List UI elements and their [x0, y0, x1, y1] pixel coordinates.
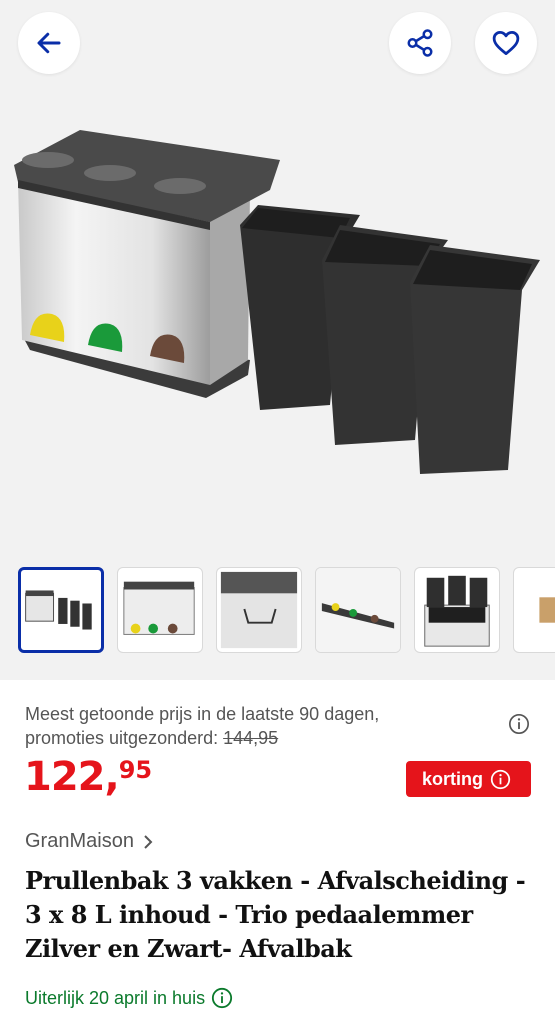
info-icon[interactable] [211, 987, 233, 1009]
arrow-left-icon [37, 32, 61, 54]
discount-badge-label: korting [422, 768, 483, 789]
price-section: Meest getoonde prijs in de laatste 90 da… [0, 680, 555, 1024]
thumbnail-4[interactable] [315, 567, 401, 653]
note-line-1: Meest getoonde prijs in de laatste 90 da… [25, 704, 380, 724]
favorite-button[interactable] [475, 12, 537, 74]
product-gallery [0, 0, 555, 680]
old-price: 144,95 [223, 728, 279, 748]
delivery-text: Uiterlijk 20 april in huis [25, 987, 206, 1008]
share-button[interactable] [389, 12, 451, 74]
thumbnail-strip[interactable] [18, 567, 555, 655]
thumbnail-5[interactable] [414, 567, 500, 653]
chevron-right-icon [144, 834, 153, 849]
price-cents: 95 [118, 756, 153, 784]
current-price: 122,95 [24, 754, 152, 800]
product-image[interactable] [0, 0, 555, 545]
heart-icon [492, 31, 520, 55]
delivery-info: Uiterlijk 20 april in huis [25, 987, 233, 1009]
brand-name: GranMaison [25, 830, 134, 852]
back-button[interactable] [18, 12, 80, 74]
brand-link[interactable]: GranMaison [25, 830, 154, 853]
product-title: Prullenbak 3 vakken - Afvalscheiding - 3… [25, 866, 526, 963]
share-icon [407, 29, 433, 57]
thumbnail-1[interactable] [18, 567, 104, 653]
thumbnail-3[interactable] [216, 567, 302, 653]
lowest-price-note: Meest getoonde prijs in de laatste 90 da… [25, 702, 455, 750]
info-icon[interactable] [508, 713, 530, 735]
price-main: 122, [24, 754, 120, 800]
thumbnail-6[interactable] [513, 567, 555, 653]
discount-badge[interactable]: korting [406, 761, 531, 797]
note-label: promoties uitgezonderd: [25, 728, 224, 748]
info-icon [490, 769, 511, 789]
thumbnail-2[interactable] [117, 567, 203, 653]
note-line-2: promoties uitgezonderd: 144,95 [25, 726, 455, 750]
